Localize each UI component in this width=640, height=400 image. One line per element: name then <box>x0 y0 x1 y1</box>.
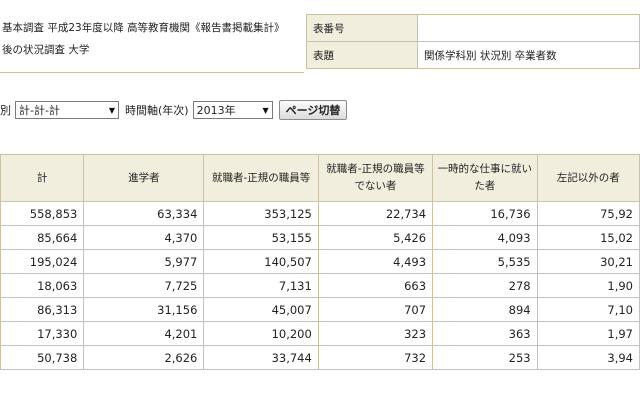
table-cell: 1,90 <box>536 273 640 298</box>
table-cell: 2,626 <box>83 345 205 370</box>
table-row: 86,313 31,156 45,007 707 894 7,10 <box>0 297 640 322</box>
table-cell: 75,92 <box>536 201 640 226</box>
table-cell: 63,334 <box>83 201 205 226</box>
category-select-value: 計-計-計 <box>19 104 60 117</box>
column-header: 就職者-正規の職員等 <box>203 154 319 202</box>
survey-title-block: 基本調査 平成23年度以降 高等教育機関《報告書掲載集計》 後の状況調査 大学 <box>0 0 304 73</box>
table-cell: 86,313 <box>0 297 85 322</box>
table-cell: 85,664 <box>0 225 85 250</box>
table-cell: 253 <box>432 345 538 370</box>
page-switch-button[interactable]: ページ切替 <box>278 100 348 120</box>
table-cell: 558,853 <box>0 201 85 226</box>
survey-title-line2: 後の状況調査 大学 <box>2 44 90 56</box>
table-cell: 5,977 <box>83 249 205 274</box>
table-cell: 7,725 <box>83 273 205 298</box>
table-title-label: 表題 <box>306 41 418 69</box>
table-cell: 732 <box>317 345 434 370</box>
time-axis-label: 時間軸(年次) <box>125 104 189 117</box>
table-cell: 7,10 <box>536 297 640 322</box>
table-cell: 22,734 <box>317 201 434 226</box>
table-cell: 15,02 <box>536 225 640 250</box>
table-cell: 363 <box>432 321 538 346</box>
chevron-down-icon: ▼ <box>108 105 115 115</box>
table-cell: 45,007 <box>203 297 319 322</box>
table-cell: 33,744 <box>203 345 319 370</box>
table-row: 85,664 4,370 53,155 5,426 4,093 15,02 <box>0 225 640 250</box>
table-cell: 894 <box>432 297 538 322</box>
table-cell: 353,125 <box>203 201 319 226</box>
table-cell: 5,535 <box>432 249 538 274</box>
info-row-table-number: 表番号 <box>306 14 640 42</box>
column-header: 就職者-正規の職員等でない者 <box>317 154 434 202</box>
table-cell: 3,94 <box>536 345 640 370</box>
column-header: 進学者 <box>83 154 205 202</box>
table-cell: 323 <box>317 321 434 346</box>
column-header: 左記以外の者 <box>536 154 640 202</box>
table-cell: 18,063 <box>0 273 85 298</box>
chevron-down-icon: ▼ <box>262 105 269 115</box>
table-cell: 707 <box>317 297 434 322</box>
table-cell: 17,330 <box>0 321 85 346</box>
column-header: 計 <box>0 154 85 202</box>
info-row-table-title: 表題 関係学科別 状況別 卒業者数 <box>306 41 640 69</box>
table-cell: 4,093 <box>432 225 538 250</box>
table-cell: 4,370 <box>83 225 205 250</box>
table-cell: 31,156 <box>83 297 205 322</box>
table-cell: 4,201 <box>83 321 205 346</box>
table-cell: 5,426 <box>317 225 434 250</box>
table-cell: 53,155 <box>203 225 319 250</box>
table-row: 18,063 7,725 7,131 663 278 1,90 <box>0 273 640 298</box>
table-header-row: 計 進学者 就職者-正規の職員等 就職者-正規の職員等でない者 一時的な仕事に就… <box>0 154 640 202</box>
table-cell: 4,493 <box>317 249 434 274</box>
table-number-value <box>417 14 640 42</box>
table-row: 195,024 5,977 140,507 4,493 5,535 30,21 <box>0 249 640 274</box>
survey-title-line1: 基本調査 平成23年度以降 高等教育機関《報告書掲載集計》 <box>2 22 285 34</box>
table-cell: 278 <box>432 273 538 298</box>
category-label: 別 <box>0 104 11 117</box>
year-select-value: 2013年 <box>196 104 236 117</box>
table-cell: 140,507 <box>203 249 319 274</box>
category-select[interactable]: 計-計-計 ▼ <box>15 101 119 119</box>
table-number-label: 表番号 <box>306 14 418 42</box>
table-cell: 10,200 <box>203 321 319 346</box>
table-row: 50,738 2,626 33,744 732 253 3,94 <box>0 345 640 370</box>
table-cell: 1,97 <box>536 321 640 346</box>
table-info: 表番号 表題 関係学科別 状況別 卒業者数 <box>306 14 640 69</box>
control-bar: 別 計-計-計 ▼ 時間軸(年次) 2013年 ▼ ページ切替 <box>0 98 640 122</box>
table-row: 17,330 4,201 10,200 323 363 1,97 <box>0 321 640 346</box>
year-select[interactable]: 2013年 ▼ <box>192 101 273 119</box>
table-cell: 663 <box>317 273 434 298</box>
table-cell: 30,21 <box>536 249 640 274</box>
table-row: 558,853 63,334 353,125 22,734 16,736 75,… <box>0 201 640 226</box>
table-cell: 50,738 <box>0 345 85 370</box>
table-cell: 7,131 <box>203 273 319 298</box>
table-cell: 16,736 <box>432 201 538 226</box>
data-table: 計 進学者 就職者-正規の職員等 就職者-正規の職員等でない者 一時的な仕事に就… <box>0 154 640 370</box>
column-header: 一時的な仕事に就いた者 <box>432 154 538 202</box>
table-title-value: 関係学科別 状況別 卒業者数 <box>417 41 640 69</box>
table-cell: 195,024 <box>0 249 85 274</box>
